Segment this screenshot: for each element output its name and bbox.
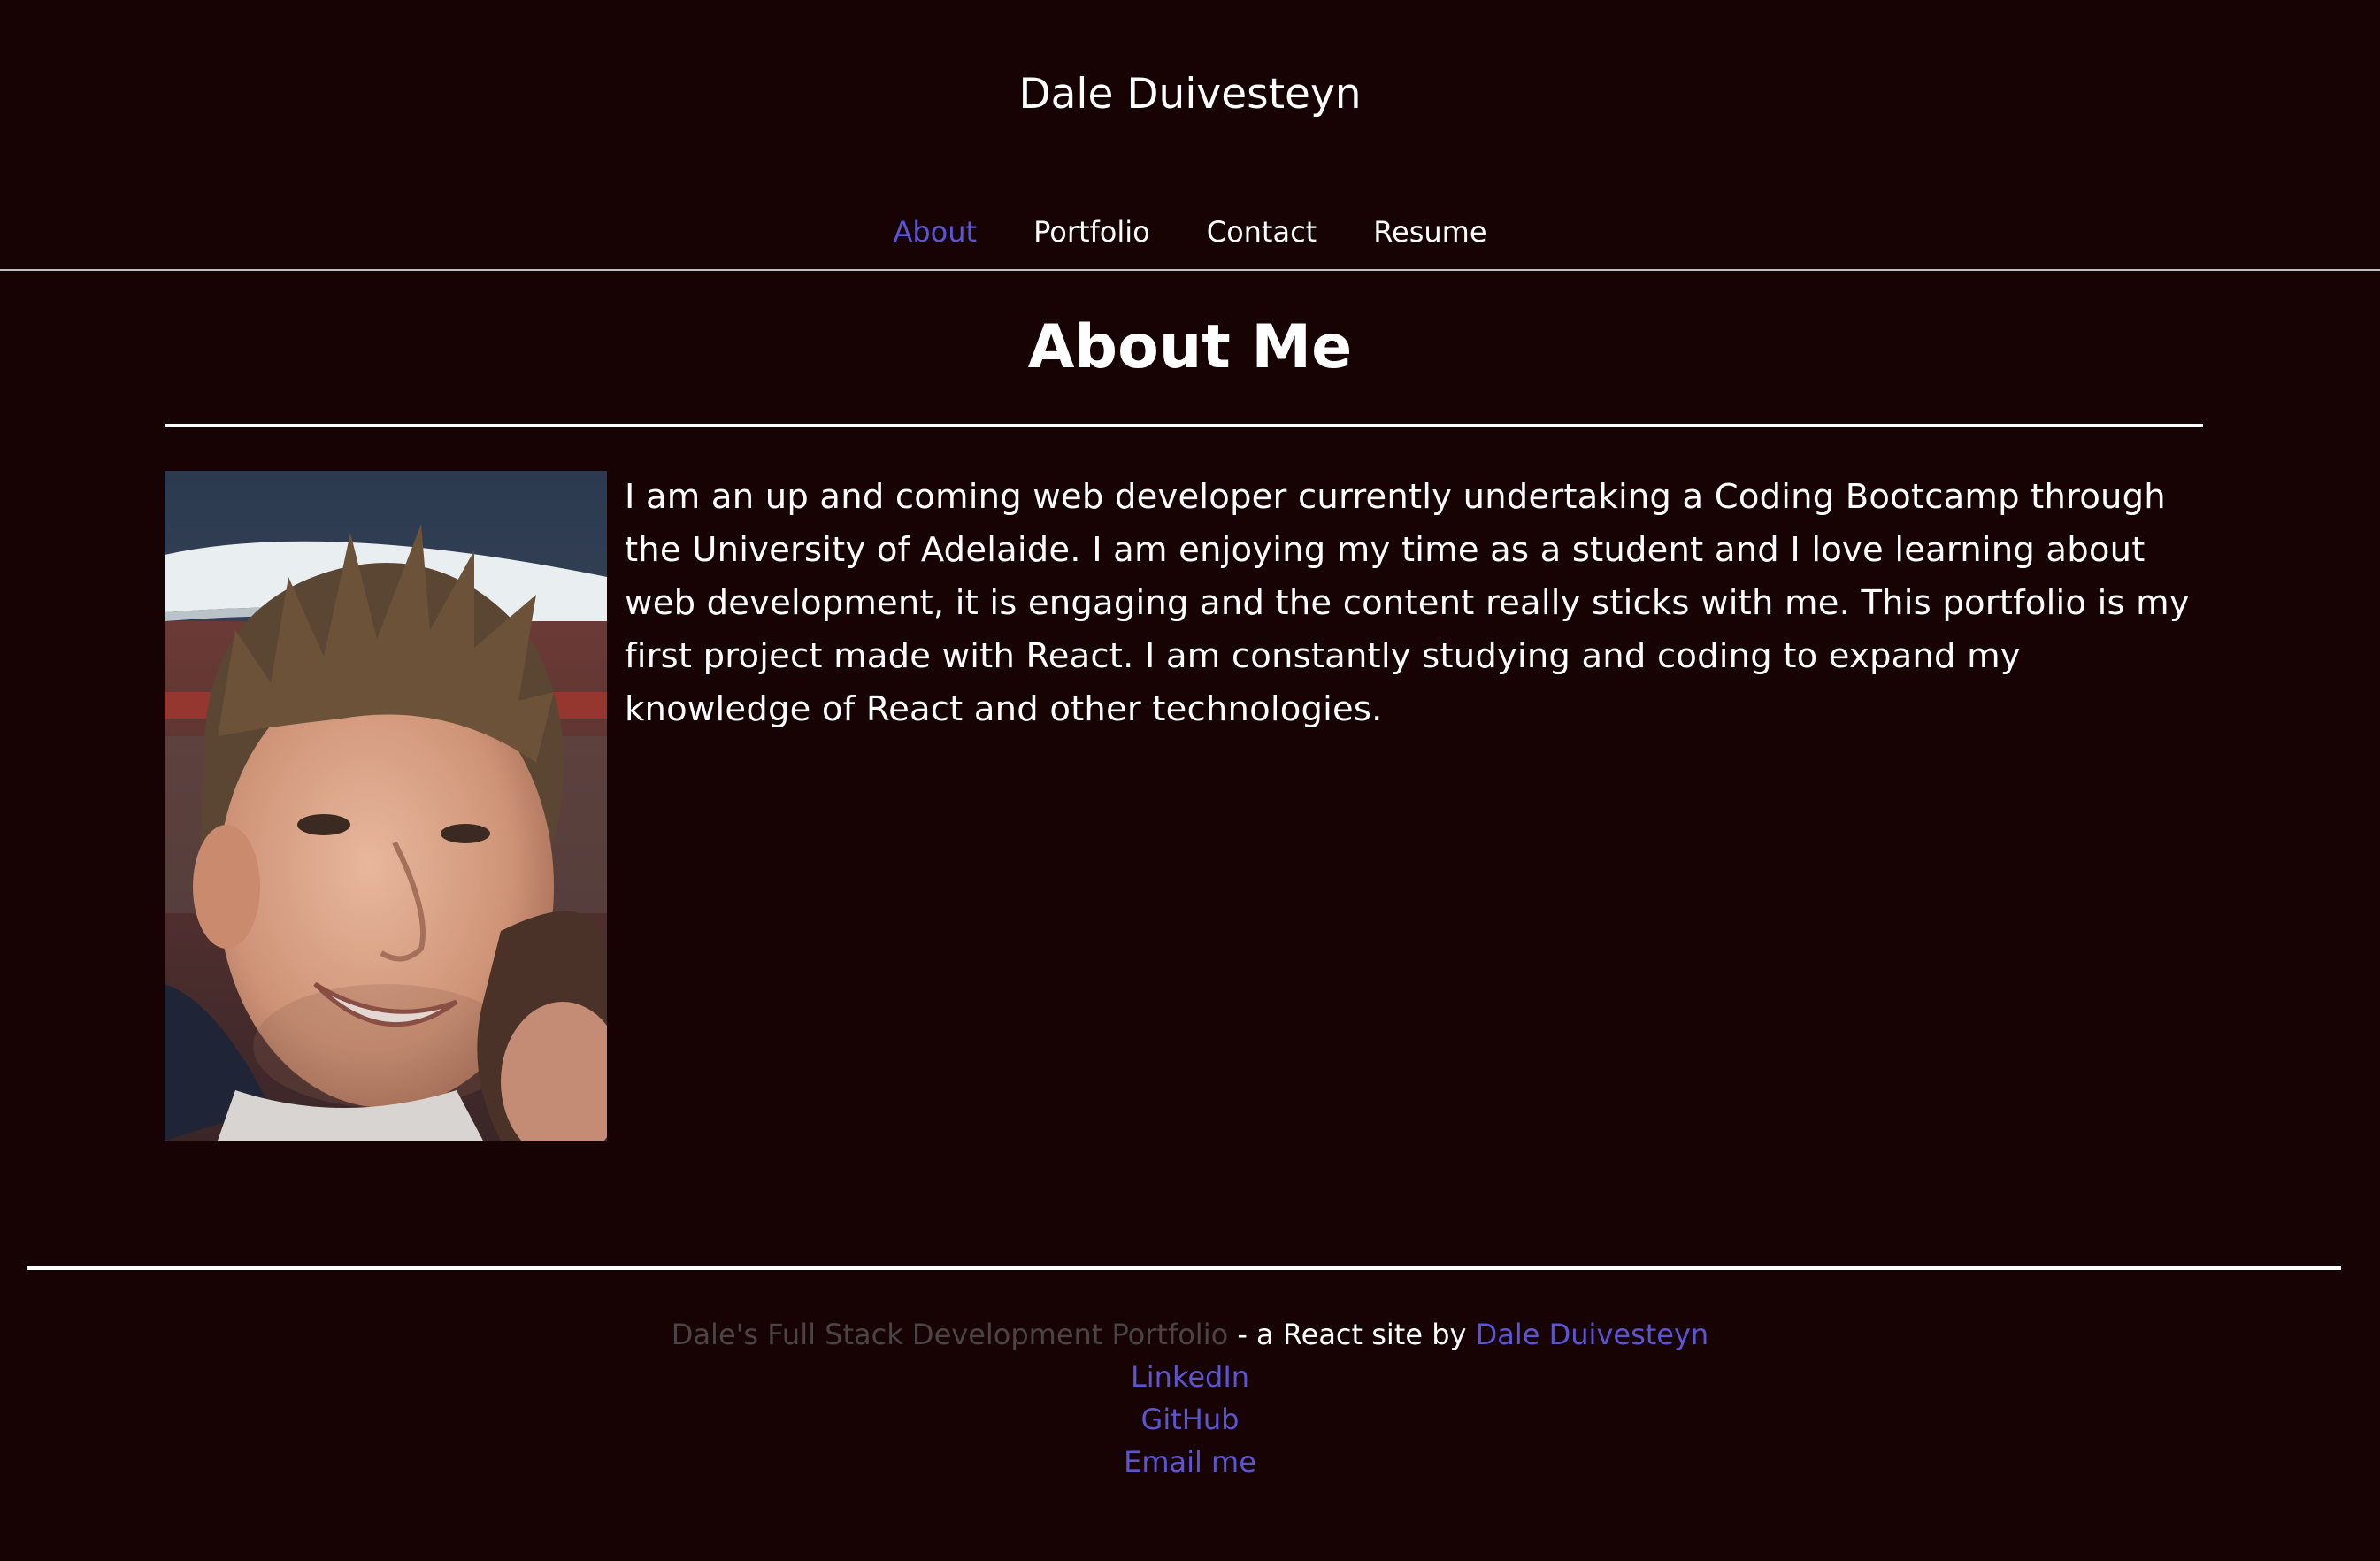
- profile-photo: [165, 471, 607, 1141]
- footer-byline: - a React site by: [1228, 1318, 1476, 1351]
- header-divider: [0, 269, 2380, 271]
- page-title: About Me: [1027, 312, 1353, 382]
- heading-divider: [165, 424, 2203, 427]
- github-link[interactable]: GitHub: [0, 1398, 2380, 1441]
- footer-portfolio-name: Dale's Full Stack Development Portfolio: [671, 1318, 1229, 1351]
- linkedin-link[interactable]: LinkedIn: [0, 1356, 2380, 1398]
- site-title: Dale Duivesteyn: [1018, 70, 1362, 119]
- footer-credit: Dale's Full Stack Development Portfolio …: [0, 1313, 2380, 1356]
- nav-contact[interactable]: Contact: [1178, 202, 1346, 271]
- site-header: Dale Duivesteyn About Portfolio Contact …: [0, 0, 2380, 271]
- nav-resume[interactable]: Resume: [1345, 202, 1515, 271]
- bio-text: I am an up and coming web developer curr…: [625, 477, 2190, 729]
- nav-portfolio[interactable]: Portfolio: [1005, 202, 1178, 271]
- email-link[interactable]: Email me: [0, 1441, 2380, 1483]
- main-nav: About Portfolio Contact Resume: [0, 202, 2380, 271]
- footer-divider: [27, 1266, 2341, 1270]
- footer-author-link[interactable]: Dale Duivesteyn: [1476, 1318, 1709, 1351]
- nav-about[interactable]: About: [864, 202, 1006, 271]
- site-footer: Dale's Full Stack Development Portfolio …: [0, 1313, 2380, 1483]
